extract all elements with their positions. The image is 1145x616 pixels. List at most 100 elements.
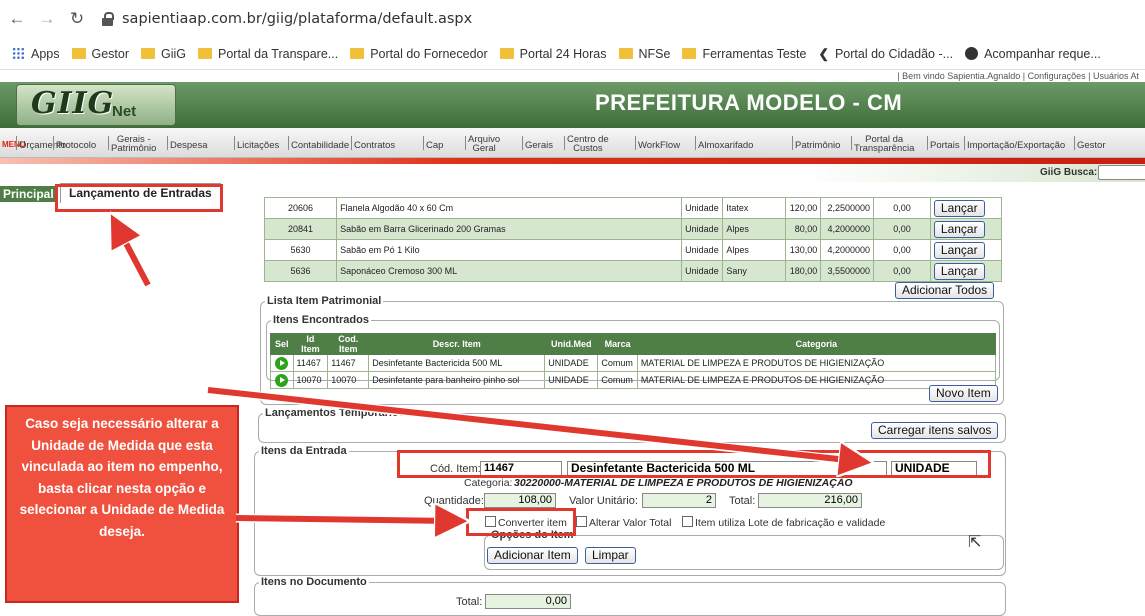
total-input[interactable]: 216,00 bbox=[758, 493, 862, 508]
table-cell: UNIDADE bbox=[544, 371, 599, 389]
menu-item-despesa[interactable]: Despesa bbox=[170, 140, 208, 151]
menu-item-portal-da-transpar-ncia[interactable]: Portal da Transparência bbox=[854, 135, 914, 154]
table-cell: Desinfetante para banheiro pinho sol bbox=[368, 371, 546, 389]
categoria-label: Categoria: bbox=[464, 477, 513, 489]
column-header: Sel bbox=[270, 333, 294, 355]
table-cell: 20841 bbox=[263, 218, 338, 240]
lancar-button[interactable]: Lançar bbox=[933, 262, 985, 280]
bookmark-gestor[interactable]: Gestor bbox=[71, 47, 129, 61]
menu-item-patrim-nio[interactable]: Patrimônio bbox=[795, 140, 840, 151]
menu-separator bbox=[522, 136, 523, 150]
browser-address-bar: ← → ↻ sapientiaap.com.br/giig/plataforma… bbox=[0, 0, 1145, 38]
column-header: Categoria bbox=[636, 333, 997, 355]
menu-item-gerais[interactable]: Gerais bbox=[525, 140, 553, 151]
table-cell: 10070 bbox=[327, 371, 370, 389]
clear-button[interactable]: Limpar bbox=[585, 547, 636, 564]
bookmark-nfse[interactable]: NFSe bbox=[618, 47, 670, 61]
unit-value-input[interactable]: 2 bbox=[642, 493, 716, 508]
table-row: 5636 Saponáceo Cremoso 300 ML Unidade Sany 1… bbox=[263, 260, 1003, 282]
menu-item-gerais-patrim-nio[interactable]: Gerais - Patrimônio bbox=[111, 135, 156, 154]
bookmark-apps[interactable]: Apps bbox=[31, 47, 60, 61]
column-header: Cod. Item bbox=[327, 333, 370, 355]
menu-separator bbox=[635, 136, 636, 150]
menu-separator bbox=[234, 136, 235, 150]
unit-value-label: Valor Unitário: bbox=[569, 495, 638, 507]
menu-item-licita-es[interactable]: Licitações bbox=[237, 140, 279, 151]
menu-item-contabilidade[interactable]: Contabilidade bbox=[291, 140, 349, 151]
menu-item-workflow[interactable]: WorkFlow bbox=[638, 140, 680, 151]
app-header: GIIG Net PREFEITURA MODELO - CM bbox=[0, 82, 1145, 128]
bookmarks-bar: Apps Gestor GiiG Portal da Transpare... … bbox=[0, 38, 1145, 70]
table-cell: Sabão em Pó 1 Kilo bbox=[336, 239, 683, 261]
url-text[interactable]: sapientiaap.com.br/giig/plataforma/defau… bbox=[122, 11, 472, 27]
table-cell: 0,00 bbox=[873, 239, 931, 261]
table-cell: 10070 bbox=[292, 371, 329, 389]
load-saved-items-button[interactable]: Carregar itens salvos bbox=[871, 422, 999, 439]
new-item-button[interactable]: Novo Item bbox=[929, 385, 998, 402]
menu-separator bbox=[792, 136, 793, 150]
search-input[interactable] bbox=[1098, 165, 1145, 180]
select-play-icon[interactable] bbox=[275, 356, 289, 370]
lancar-button[interactable]: Lançar bbox=[933, 220, 985, 238]
add-item-button[interactable]: Adicionar Item bbox=[487, 547, 578, 564]
table-cell: Lançar bbox=[929, 260, 1003, 282]
menu-item-gestor[interactable]: Gestor bbox=[1077, 140, 1106, 151]
menu-separator bbox=[167, 136, 168, 150]
total-label: Total: bbox=[729, 495, 756, 507]
table-row: 10070 10070 Desinfetante para banheiro pin… bbox=[270, 371, 997, 389]
lancar-button[interactable]: Lançar bbox=[933, 241, 985, 259]
menu-item-almoxarifado[interactable]: Almoxarifado bbox=[698, 140, 753, 151]
lot-validity-checkbox[interactable] bbox=[682, 516, 693, 527]
menu-item-arquivo-geral[interactable]: Arquivo Geral bbox=[468, 135, 500, 154]
reload-icon[interactable]: ↻ bbox=[66, 9, 88, 29]
menu-item-portais[interactable]: Portais bbox=[930, 140, 960, 151]
menu-separator bbox=[288, 136, 289, 150]
forward-arrow-icon[interactable]: → bbox=[36, 9, 58, 29]
menu-item-protocolo[interactable]: Protocolo bbox=[56, 140, 96, 151]
instruction-callout: Caso seja necessário alterar a Unidade d… bbox=[5, 405, 239, 603]
column-header: Descr. Item bbox=[368, 333, 546, 355]
table-cell: 4,2000000 bbox=[820, 218, 875, 240]
menu-separator bbox=[351, 136, 352, 150]
table-cell: 4,2000000 bbox=[820, 239, 875, 261]
quantity-label: Quantidade: bbox=[424, 495, 484, 507]
quantity-input[interactable]: 108,00 bbox=[484, 493, 556, 508]
folder-icon bbox=[141, 48, 156, 59]
bookmark-portal-transparencia[interactable]: Portal da Transpare... bbox=[198, 47, 338, 61]
highlight-convert-box bbox=[466, 508, 576, 536]
alter-total-option[interactable]: Alterar Valor Total bbox=[576, 516, 671, 529]
menu-item-centro-de-custos[interactable]: Centro de Custos bbox=[567, 135, 609, 154]
menu-separator bbox=[927, 136, 928, 150]
bookmark-ferramentas-teste[interactable]: Ferramentas Teste bbox=[682, 47, 806, 61]
tab-principal[interactable]: Principal bbox=[0, 186, 57, 202]
alter-total-checkbox[interactable] bbox=[576, 516, 587, 527]
table-cell: 130,00 bbox=[785, 239, 822, 261]
table-cell: Unidade bbox=[681, 239, 724, 261]
bookmark-giig[interactable]: GiiG bbox=[141, 47, 186, 61]
table-cell: 0,00 bbox=[873, 197, 931, 219]
table-cell: Saponáceo Cremoso 300 ML bbox=[336, 260, 683, 282]
bookmark-acompanhar[interactable]: Acompanhar reque... bbox=[965, 47, 1101, 61]
lot-validity-option[interactable]: Item utiliza Lote de fabricação e valida… bbox=[682, 516, 885, 529]
menu-separator bbox=[851, 136, 852, 150]
column-header: Id Item bbox=[292, 333, 329, 355]
table-cell: MATERIAL DE LIMPEZA E PRODUTOS DE HIGIEN… bbox=[636, 354, 997, 372]
menu-item-cap[interactable]: Cap bbox=[426, 140, 443, 151]
bookmark-portal-fornecedor[interactable]: Portal do Fornecedor bbox=[350, 47, 488, 61]
bookmark-portal-24-horas[interactable]: Portal 24 Horas bbox=[499, 47, 607, 61]
document-total-input[interactable]: 0,00 bbox=[485, 594, 571, 609]
select-play-icon[interactable] bbox=[275, 373, 289, 387]
search-bar: GiiG Busca: bbox=[0, 164, 1145, 182]
table-cell bbox=[270, 354, 294, 372]
menu-item-importa-o-exporta-o[interactable]: Importação/Exportação bbox=[967, 140, 1065, 151]
folder-icon bbox=[198, 48, 213, 59]
menu-item-contratos[interactable]: Contratos bbox=[354, 140, 395, 151]
back-arrow-icon[interactable]: ← bbox=[6, 9, 28, 29]
bookmark-portal-cidadao[interactable]: ❮ Portal do Cidadão -... bbox=[818, 46, 953, 62]
menu-separator bbox=[1074, 136, 1075, 150]
lancar-button[interactable]: Lançar bbox=[933, 199, 985, 217]
folder-icon bbox=[499, 48, 514, 59]
table-cell: Unidade bbox=[681, 260, 724, 282]
giig-logo: GIIG Net bbox=[16, 84, 176, 126]
apps-grid-icon[interactable] bbox=[12, 47, 25, 60]
